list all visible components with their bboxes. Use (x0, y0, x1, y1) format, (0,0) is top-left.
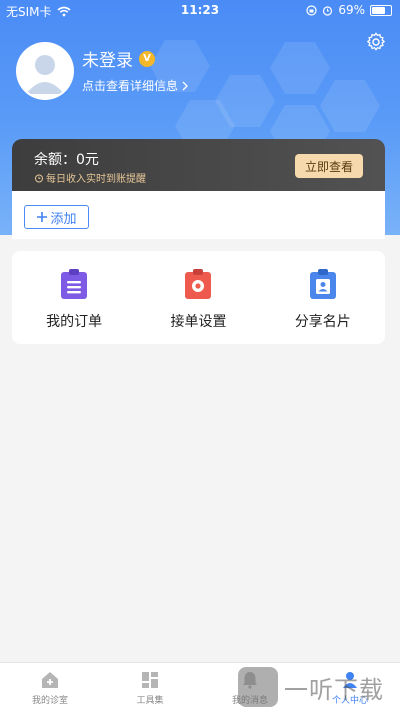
avatar[interactable] (16, 42, 74, 100)
vip-badge-icon: V (139, 50, 155, 67)
watermark-logo-icon (238, 667, 278, 707)
balance-note: 每日收入实时到账提醒 (34, 170, 146, 185)
tab-toolkit[interactable]: 工具集 (100, 663, 200, 712)
toolkit-grid-icon (142, 672, 158, 688)
tab-my-clinic[interactable]: 我的诊室 (0, 663, 100, 712)
order-settings-icon (185, 269, 212, 299)
menu-item-share-card[interactable]: 分享名片 (261, 251, 385, 344)
clinic-home-icon (42, 672, 58, 688)
watermark: 一听下载 (238, 664, 398, 710)
orientation-lock-icon (306, 4, 317, 16)
menu-item-label: 接单设置 (170, 314, 227, 330)
nickname-row[interactable]: 未登录 V (82, 46, 155, 71)
default-user-icon (26, 55, 64, 94)
tab-label: 工具集 (136, 696, 164, 706)
business-card-icon (309, 269, 336, 299)
alarm-icon (323, 5, 333, 16)
view-details-text: 点击查看详细信息 (82, 79, 179, 93)
view-now-button[interactable]: 立即查看 (295, 154, 363, 178)
chevron-right-icon (182, 81, 188, 90)
menu-item-order-settings[interactable]: 接单设置 (136, 251, 260, 344)
order-list-icon (61, 269, 88, 299)
plus-icon (37, 212, 48, 222)
function-menu: 我的订单 接单设置 分享名片 (12, 251, 385, 344)
settings-gear-icon[interactable] (365, 31, 387, 53)
view-details-link[interactable]: 点击查看详细信息 (82, 77, 189, 94)
nickname: 未登录 (82, 51, 133, 71)
battery-icon (370, 4, 392, 16)
add-button[interactable]: 添加 (24, 205, 89, 229)
menu-item-orders[interactable]: 我的订单 (12, 251, 136, 344)
tab-label: 我的诊室 (31, 696, 68, 706)
balance-card: 余额：0元 每日收入实时到账提醒 立即查看 (12, 139, 385, 191)
alarm-clock-icon (35, 174, 43, 182)
battery-percent: 69% (338, 3, 365, 17)
status-bar: 无SIM卡 11:23 69% (0, 0, 400, 22)
balance-note-text: 每日收入实时到账提醒 (46, 174, 146, 185)
status-right: 69% (306, 3, 392, 17)
add-panel: 添加 (12, 191, 385, 239)
balance-label: 余额：0元 (34, 152, 99, 168)
menu-item-label: 分享名片 (294, 314, 351, 330)
watermark-text: 一听下载 (284, 675, 384, 704)
menu-item-label: 我的订单 (46, 314, 103, 330)
add-button-label: 添加 (50, 211, 77, 227)
hex-decoration (320, 80, 380, 132)
hex-decoration (270, 42, 330, 94)
